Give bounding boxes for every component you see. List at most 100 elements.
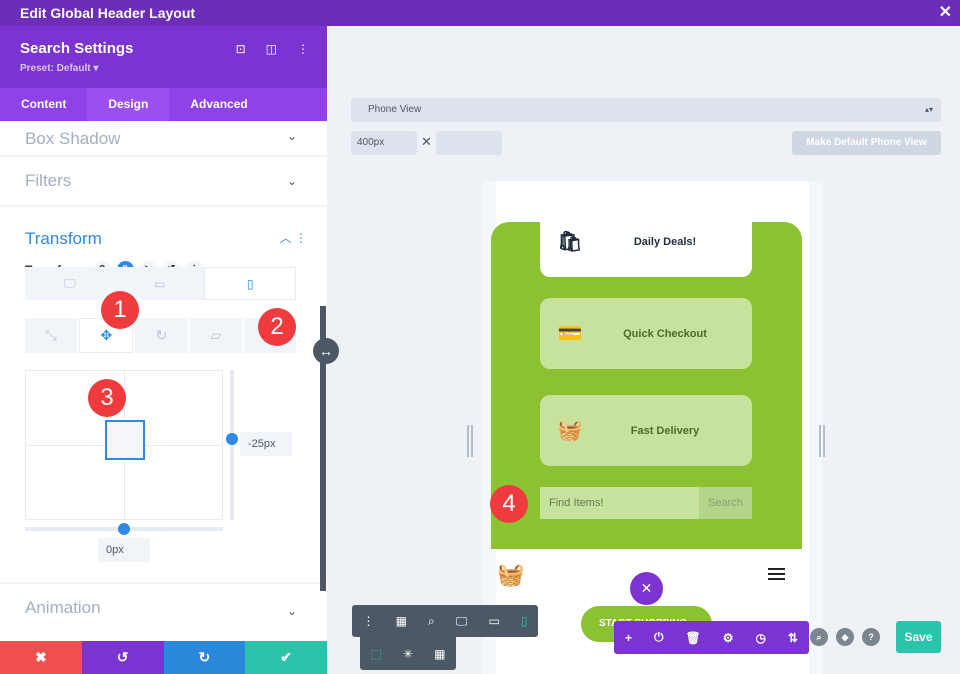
phone-icon: ▯ xyxy=(246,276,254,291)
shopping-bag-icon: 🛍 xyxy=(557,231,583,253)
undo-button[interactable]: ↺ xyxy=(81,641,164,674)
search-input[interactable]: Find Items! xyxy=(540,487,699,519)
transform-operation-tabs: ⤡ ✥ ↻ ▱ ⬚ xyxy=(25,318,297,353)
close-icon[interactable]: ✕ xyxy=(939,0,952,26)
save-button[interactable]: Save xyxy=(896,621,941,653)
layers-icon[interactable]: ◈ xyxy=(836,628,854,646)
phone-tab[interactable]: ▯ xyxy=(204,267,297,300)
gear-icon[interactable]: ⚙ xyxy=(723,631,734,645)
translate-x-handle[interactable] xyxy=(118,523,130,535)
logo-basket-icon[interactable]: 🧺 xyxy=(497,562,524,588)
skew-icon: ▱ xyxy=(210,327,222,343)
section-label: Filters xyxy=(25,171,72,190)
tab-content[interactable]: Content xyxy=(0,88,87,121)
basket-icon: 🧺 xyxy=(557,420,583,442)
left-resize-handle[interactable] xyxy=(467,425,473,457)
search-button[interactable]: Search xyxy=(699,487,752,519)
translate-x-input[interactable]: 0px xyxy=(98,538,150,562)
card-label: Daily Deals! xyxy=(633,235,697,248)
layout-icon[interactable]: ▦ xyxy=(396,614,407,628)
step-badge: 2 xyxy=(258,308,296,346)
card-label: Fast Delivery xyxy=(630,424,700,437)
fullscreen-icon[interactable]: ⊡ xyxy=(236,42,246,56)
rotate-tab[interactable]: ↻ xyxy=(135,318,188,353)
view-select[interactable]: Phone View ▴▾ xyxy=(351,98,941,122)
feature-card[interactable]: 💳 Quick Checkout xyxy=(540,298,752,369)
section-label: Transform xyxy=(25,229,102,248)
translate-y-handle[interactable] xyxy=(226,433,238,445)
split-view-icon[interactable]: ◫ xyxy=(266,42,277,56)
translate-preview-box[interactable] xyxy=(105,420,145,460)
feature-card[interactable]: 🛍 Daily Deals! xyxy=(540,206,752,277)
height-input[interactable] xyxy=(436,131,502,155)
search-module: Find Items! Search xyxy=(540,487,752,519)
hamburger-menu-icon[interactable] xyxy=(768,568,785,580)
click-mode-icon[interactable]: ✳ xyxy=(403,647,413,661)
feature-card[interactable]: 🧺 Fast Delivery xyxy=(540,395,752,466)
panel-tabs: Content Design Advanced xyxy=(0,88,327,121)
phone-view-icon[interactable]: ▯ xyxy=(521,614,528,628)
tab-advanced[interactable]: Advanced xyxy=(169,88,268,121)
section-transform-header[interactable]: Transform ︿ ⋮ xyxy=(0,207,327,249)
step-badge: 1 xyxy=(101,291,139,329)
page-toolbar: ⋮ ▦ ⌕ 🖵 ▭ ▯ xyxy=(352,605,538,637)
chevron-down-icon: ⌄ xyxy=(286,174,297,188)
tablet-icon: ▭ xyxy=(153,276,166,291)
select-arrows-icon: ▴▾ xyxy=(924,105,933,114)
power-icon[interactable]: ⏻ xyxy=(654,630,664,645)
rotate-icon: ↻ xyxy=(155,327,168,343)
device-tabs: 🖵 ▭ ▯ xyxy=(25,267,297,300)
resize-handle-icon[interactable]: ↔ xyxy=(313,338,339,364)
discard-button[interactable]: ✖ xyxy=(0,641,82,674)
help-icon[interactable]: ? xyxy=(862,628,880,646)
preset-dropdown[interactable]: Preset: Default ▾ xyxy=(20,63,307,74)
desktop-icon: 🖵 xyxy=(64,276,76,290)
trash-icon[interactable]: 🗑 xyxy=(685,631,700,645)
desktop-view-icon[interactable]: 🖵 xyxy=(456,614,468,629)
chevron-up-icon: ︿ ⋮ xyxy=(279,231,307,245)
right-resize-handle[interactable] xyxy=(819,425,825,457)
width-input[interactable]: 400px xyxy=(351,131,417,155)
select-mode-icon[interactable]: ⬚ xyxy=(371,647,382,661)
section-label: Box Shadow xyxy=(25,129,121,148)
step-badge: 4 xyxy=(490,485,528,523)
section-animation[interactable]: Animation ⌄ xyxy=(0,582,327,622)
scale-tab[interactable]: ⤡ xyxy=(25,318,78,353)
panel-header: Search Settings Preset: Default ▾ ⊡ ◫ ⋮ xyxy=(0,26,327,88)
section-label: Animation xyxy=(25,598,101,617)
panel-footer: ✖ ↺ ↻ ✔ xyxy=(0,641,327,674)
times-icon: ✕ xyxy=(421,134,432,149)
skew-tab[interactable]: ▱ xyxy=(189,318,242,353)
section-filters[interactable]: Filters ⌄ xyxy=(0,157,327,207)
tablet-view-icon[interactable]: ▭ xyxy=(488,614,499,628)
more-options-icon[interactable]: ⋮ xyxy=(297,42,309,56)
add-icon[interactable]: + xyxy=(625,631,632,645)
search-icon[interactable]: ⌕ xyxy=(810,628,828,646)
scale-icon: ⤡ xyxy=(45,327,57,343)
chevron-down-icon: ⌄ xyxy=(286,604,297,618)
step-badge: 3 xyxy=(88,379,126,417)
sort-icon[interactable]: ⇅ xyxy=(788,631,798,645)
payment-cards-icon: 💳 xyxy=(557,323,583,345)
view-select-value: Phone View xyxy=(368,104,422,115)
redo-button[interactable]: ↻ xyxy=(163,641,246,674)
module-toolbar: + ⏻ 🗑 ⚙ ◷ ⇅ xyxy=(614,621,809,654)
close-fab-button[interactable]: ✕ xyxy=(630,572,663,605)
make-default-view-button[interactable]: Make Default Phone View xyxy=(792,131,941,155)
window-title-bar: Edit Global Header Layout ✕ xyxy=(0,0,960,26)
window-title: Edit Global Header Layout xyxy=(20,5,196,21)
card-label: Quick Checkout xyxy=(623,327,707,340)
history-icon[interactable]: ◷ xyxy=(755,631,765,645)
save-changes-button[interactable]: ✔ xyxy=(245,641,327,674)
desktop-tab[interactable]: 🖵 xyxy=(25,267,115,300)
page-toolbar-secondary: ⬚ ✳ ▦ xyxy=(360,637,456,670)
translate-y-slider[interactable] xyxy=(230,370,234,520)
more-icon[interactable]: ⋮ xyxy=(363,614,375,628)
chevron-down-icon: ⌄ xyxy=(286,129,297,143)
translate-y-input[interactable]: -25px xyxy=(240,432,292,456)
section-box-shadow[interactable]: Box Shadow ⌄ xyxy=(0,121,327,157)
move-icon: ✥ xyxy=(100,327,113,343)
tab-design[interactable]: Design xyxy=(87,88,170,121)
zoom-icon[interactable]: ⌕ xyxy=(428,614,435,629)
grid-mode-icon[interactable]: ▦ xyxy=(434,647,445,661)
